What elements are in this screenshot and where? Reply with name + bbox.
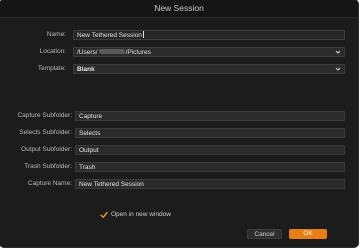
capture-name-field[interactable]: New Tethered Session	[75, 179, 345, 189]
open-in-new-window-label[interactable]: Open in new window	[111, 211, 171, 218]
name-value: New Tethered Session	[77, 32, 142, 39]
output-subfolder-label: Output Subfolder:	[21, 146, 72, 153]
chevron-down-icon	[335, 66, 341, 72]
location-suffix: /Pictures	[125, 49, 151, 56]
capture-subfolder-field[interactable]: Capture	[75, 111, 345, 121]
location-prefix: /Users/	[77, 49, 98, 56]
selects-subfolder-label: Selects Subfolder:	[19, 129, 72, 136]
trash-subfolder-field[interactable]: Trash	[75, 162, 345, 172]
output-subfolder-field[interactable]: Output	[75, 145, 345, 155]
capture-subfolder-label: Capture Subfolder:	[17, 112, 72, 119]
template-value: Blank	[77, 66, 95, 73]
template-select[interactable]: Blank	[73, 64, 345, 74]
trash-subfolder-label: Trash Subfolder:	[24, 163, 72, 170]
location-label: Location:	[39, 48, 66, 55]
dialog-title: New Session	[154, 3, 204, 13]
capture-name-value: New Tethered Session	[79, 181, 144, 188]
selects-subfolder-value: Selects	[79, 130, 101, 137]
chevron-down-icon[interactable]	[335, 49, 341, 55]
cancel-button[interactable]: Cancel	[247, 229, 282, 239]
new-session-dialog: New Session Name: New Tethered Session L…	[0, 0, 358, 247]
location-field[interactable]: /Users/ /Pictures	[73, 47, 345, 57]
username-redacted	[98, 49, 125, 54]
text-cursor	[142, 31, 144, 38]
output-subfolder-value: Output	[79, 147, 99, 154]
trash-subfolder-value: Trash	[79, 164, 96, 171]
capture-subfolder-value: Capture	[79, 113, 103, 120]
template-label: Template:	[37, 65, 66, 72]
name-label: Name:	[46, 31, 66, 38]
titlebar: New Session	[0, 0, 358, 18]
checkmark-icon[interactable]	[100, 211, 108, 219]
name-field[interactable]: New Tethered Session	[73, 30, 345, 40]
selects-subfolder-field[interactable]: Selects	[75, 128, 345, 138]
capture-name-label: Capture Name:	[27, 180, 72, 187]
ok-button[interactable]: OK	[289, 229, 327, 239]
